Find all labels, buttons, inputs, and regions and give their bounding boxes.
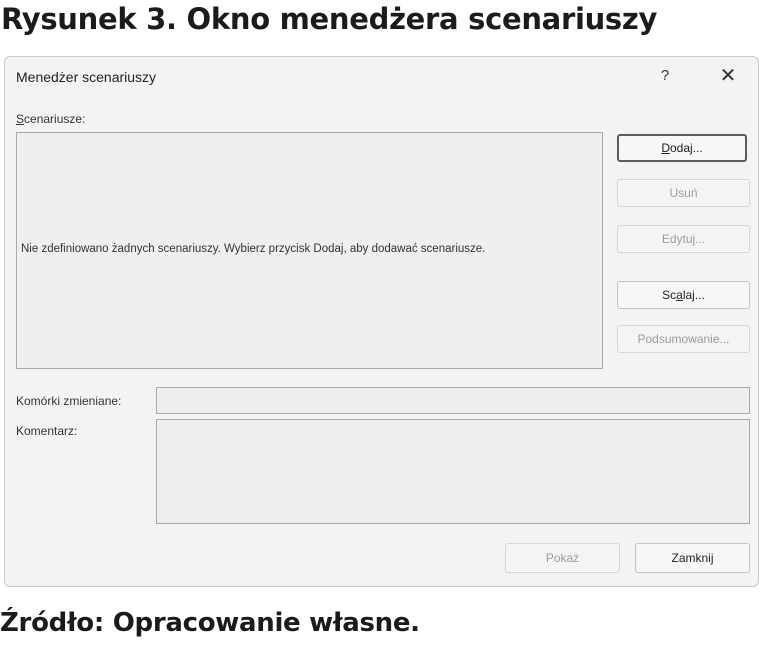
merge-button[interactable]: Scalaj...	[617, 281, 750, 309]
add-button-rest: odaj...	[669, 141, 703, 155]
merge-button-accel: a	[676, 288, 683, 302]
close-icon[interactable]: ✕	[716, 65, 740, 87]
empty-list-message: Nie zdefiniowano żadnych scenariuszy. Wy…	[21, 243, 486, 255]
scenario-manager-dialog: Menedżer scenariuszy ? ✕ Scenariusze: Ni…	[4, 56, 759, 587]
show-button[interactable]: Pokaż	[505, 543, 620, 573]
dialog-title: Menedżer scenariuszy	[16, 69, 157, 85]
help-button[interactable]: ?	[655, 65, 675, 87]
merge-button-rest: laj...	[682, 288, 705, 302]
delete-button[interactable]: Usuń	[617, 179, 750, 207]
comment-field[interactable]	[156, 419, 750, 524]
close-button[interactable]: Zamknij	[635, 543, 750, 573]
comment-label: Komentarz:	[16, 424, 78, 438]
scenarios-label: Scenariusze:	[16, 112, 85, 126]
scenarios-label-rest: cenariusze:	[24, 112, 86, 126]
changing-cells-field[interactable]	[156, 387, 750, 414]
edit-button[interactable]: Edytuj...	[617, 225, 750, 253]
add-button[interactable]: Dodaj...	[617, 134, 747, 162]
merge-button-pre: Sc	[662, 288, 677, 302]
scenarios-label-accel: S	[16, 112, 25, 126]
page: Rysunek 3. Okno menedżera scenariuszy Me…	[0, 0, 763, 645]
scenarios-list[interactable]: Nie zdefiniowano żadnych scenariuszy. Wy…	[16, 132, 603, 369]
changing-cells-label: Komórki zmieniane:	[16, 394, 122, 408]
source-caption: Źródło: Opracowanie własne.	[0, 608, 420, 638]
summary-button[interactable]: Podsumowanie...	[617, 325, 750, 353]
figure-caption: Rysunek 3. Okno menedżera scenariuszy	[1, 2, 658, 36]
add-button-accel: D	[661, 141, 670, 155]
